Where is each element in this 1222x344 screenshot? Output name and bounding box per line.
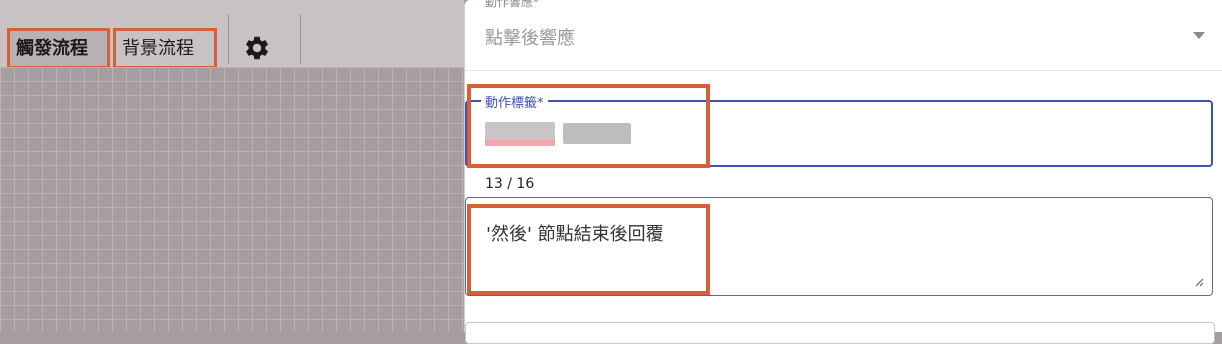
next-field[interactable] [465,322,1215,344]
gear-icon[interactable] [243,34,271,62]
flow-toolbar: 觸發流程 背景流程 [0,0,464,69]
tab-trigger-flow[interactable]: 觸發流程 [7,28,110,69]
action-label-legend: 動作標籤* [481,92,548,111]
action-response-value: 點擊後響應 [485,28,575,49]
chevron-down-icon[interactable] [1193,32,1205,39]
character-counter: 13 / 16 [485,176,535,192]
reply-textarea-value: '然後' 節點結束後回覆 [486,224,664,245]
toolbar-divider [300,14,301,64]
blurred-text-underline [485,140,555,146]
action-label-value-blurred [485,122,633,148]
select-underline [465,70,1222,71]
resize-handle-icon[interactable] [1194,277,1204,287]
action-response-label: 動作響應* [485,0,540,9]
reply-textarea[interactable]: '然後' 節點結束後回覆 [465,197,1213,296]
toolbar-divider [228,14,229,64]
node-settings-panel: 動作響應* 點擊後響應 動作標籤* 13 / 16 '然後' 節點結束後回覆 [464,0,1222,344]
blurred-text [563,123,631,144]
action-label-field[interactable]: 動作標籤* [465,92,1213,167]
tab-background-flow[interactable]: 背景流程 [113,28,217,69]
flow-canvas-grid[interactable] [0,67,464,332]
